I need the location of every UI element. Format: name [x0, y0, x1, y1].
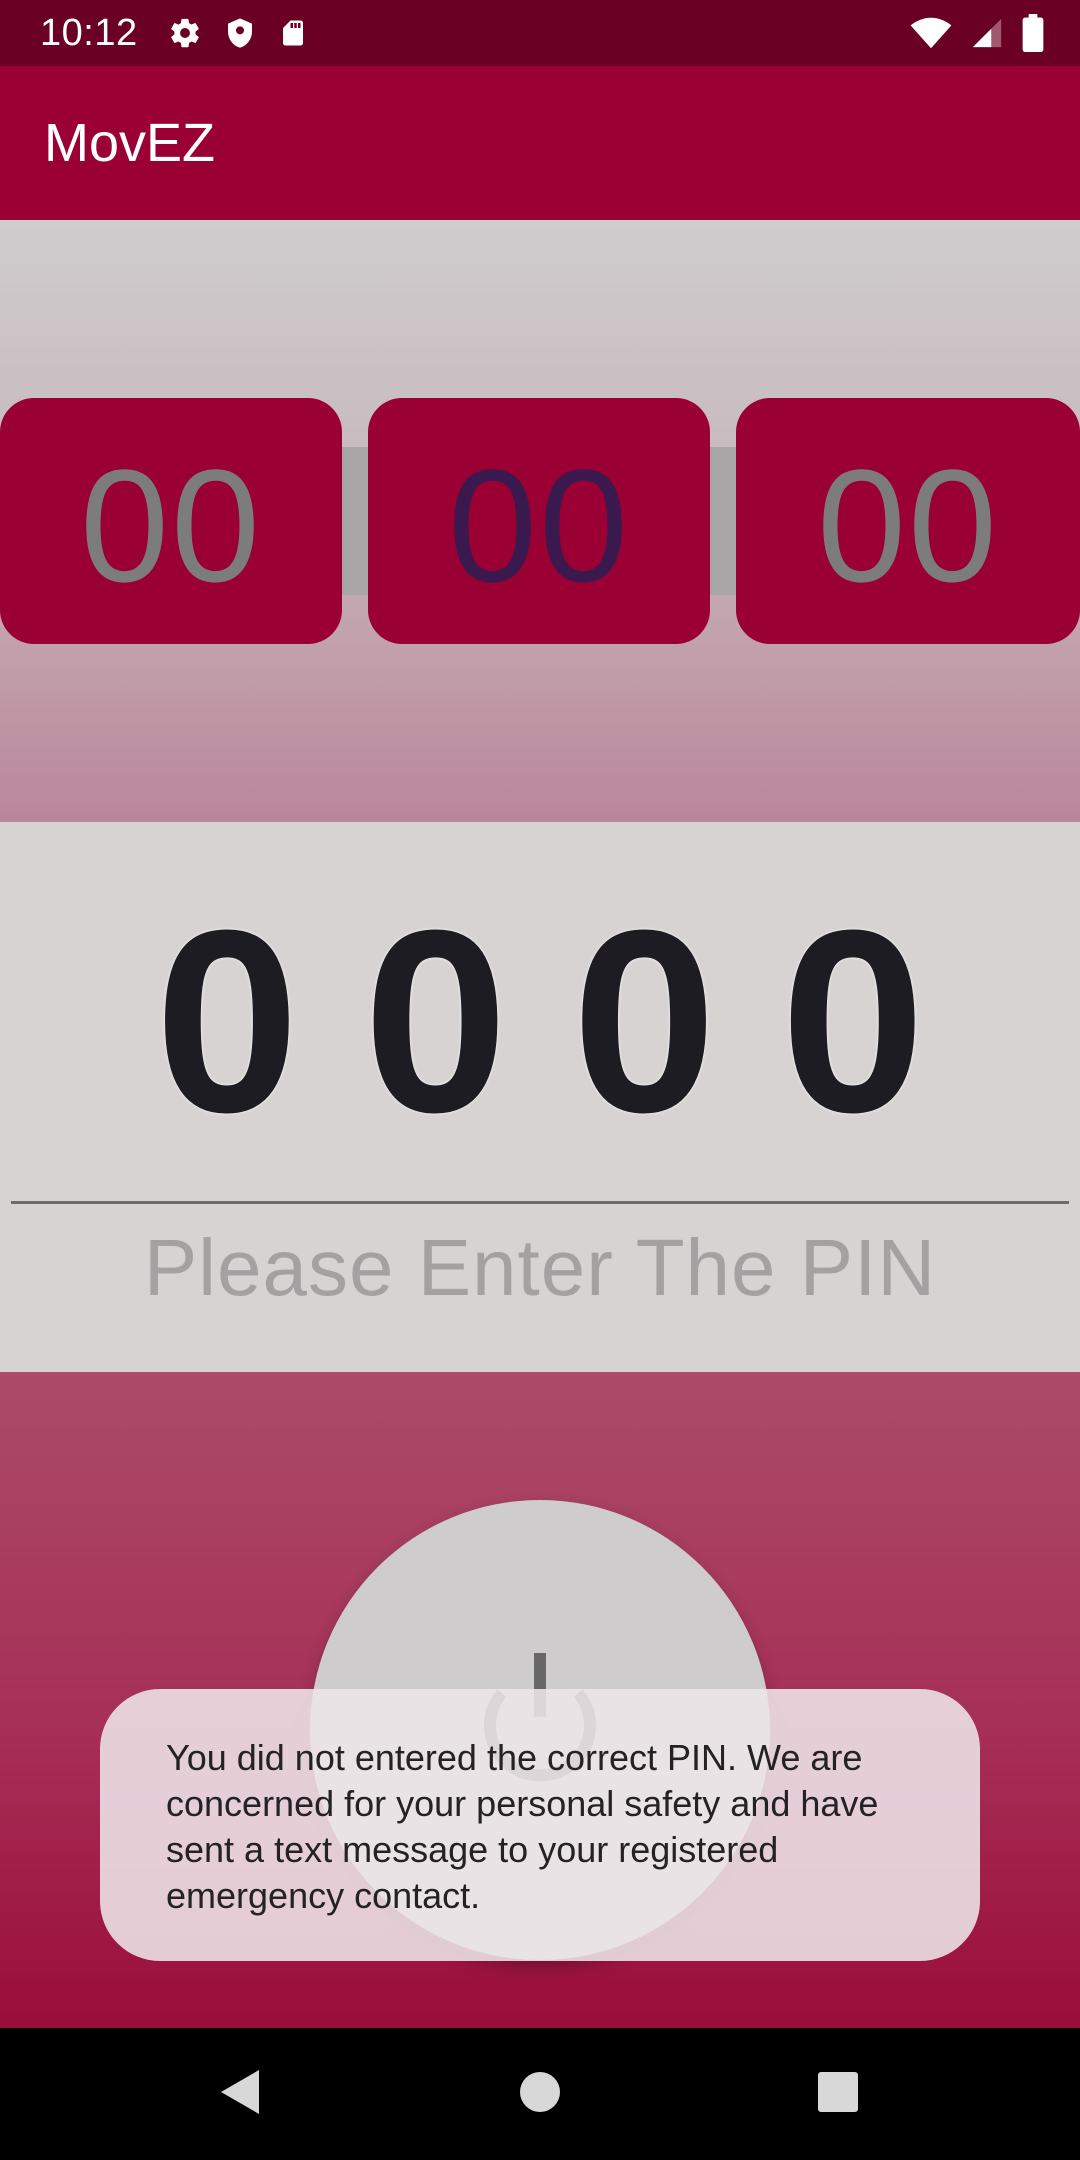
bottom-section: You did not entered the correct PIN. We …: [0, 1372, 1080, 2028]
timer-section: 00 00 00: [0, 220, 1080, 822]
status-time: 10:12: [40, 11, 138, 54]
toast-message: You did not entered the correct PIN. We …: [100, 1689, 980, 1961]
timer-minutes-value: 00: [448, 436, 630, 615]
timer-hours[interactable]: 00: [0, 398, 342, 644]
app-bar: MovEZ: [0, 66, 1080, 220]
pin-digit: 0: [572, 877, 717, 1167]
sd-card-icon: [278, 16, 308, 50]
shield-icon: [224, 16, 256, 50]
pin-input[interactable]: 0 0 0 0: [0, 892, 1080, 1152]
home-icon: [518, 2070, 562, 2118]
back-button[interactable]: [170, 2028, 310, 2160]
recents-button[interactable]: [768, 2028, 908, 2160]
home-button[interactable]: [470, 2028, 610, 2160]
pin-digit: 0: [363, 877, 508, 1167]
timer-seconds[interactable]: 00: [736, 398, 1080, 644]
app-title: MovEZ: [44, 113, 216, 173]
toast-text: You did not entered the correct PIN. We …: [166, 1737, 879, 1916]
navigation-bar: [0, 2028, 1080, 2160]
timer-minutes[interactable]: 00: [368, 398, 710, 644]
pin-section[interactable]: 0 0 0 0 Please Enter The PIN: [0, 822, 1080, 1372]
pin-digit: 0: [780, 877, 926, 1167]
settings-icon: [168, 16, 202, 50]
battery-icon: [1022, 14, 1044, 52]
cell-signal-icon: [970, 16, 1004, 50]
status-icons-left: [168, 16, 308, 50]
pin-underline: [11, 1201, 1069, 1204]
recents-icon: [817, 2071, 859, 2117]
pin-digit: 0: [154, 877, 300, 1167]
status-icons-right: [910, 0, 1044, 66]
timer-seconds-value: 00: [817, 436, 999, 615]
status-bar: 10:12: [0, 0, 1080, 66]
pin-hint: Please Enter The PIN: [143, 1223, 937, 1312]
timer-hours-value: 00: [80, 436, 262, 615]
back-icon: [217, 2067, 263, 2121]
wifi-icon: [910, 16, 952, 50]
